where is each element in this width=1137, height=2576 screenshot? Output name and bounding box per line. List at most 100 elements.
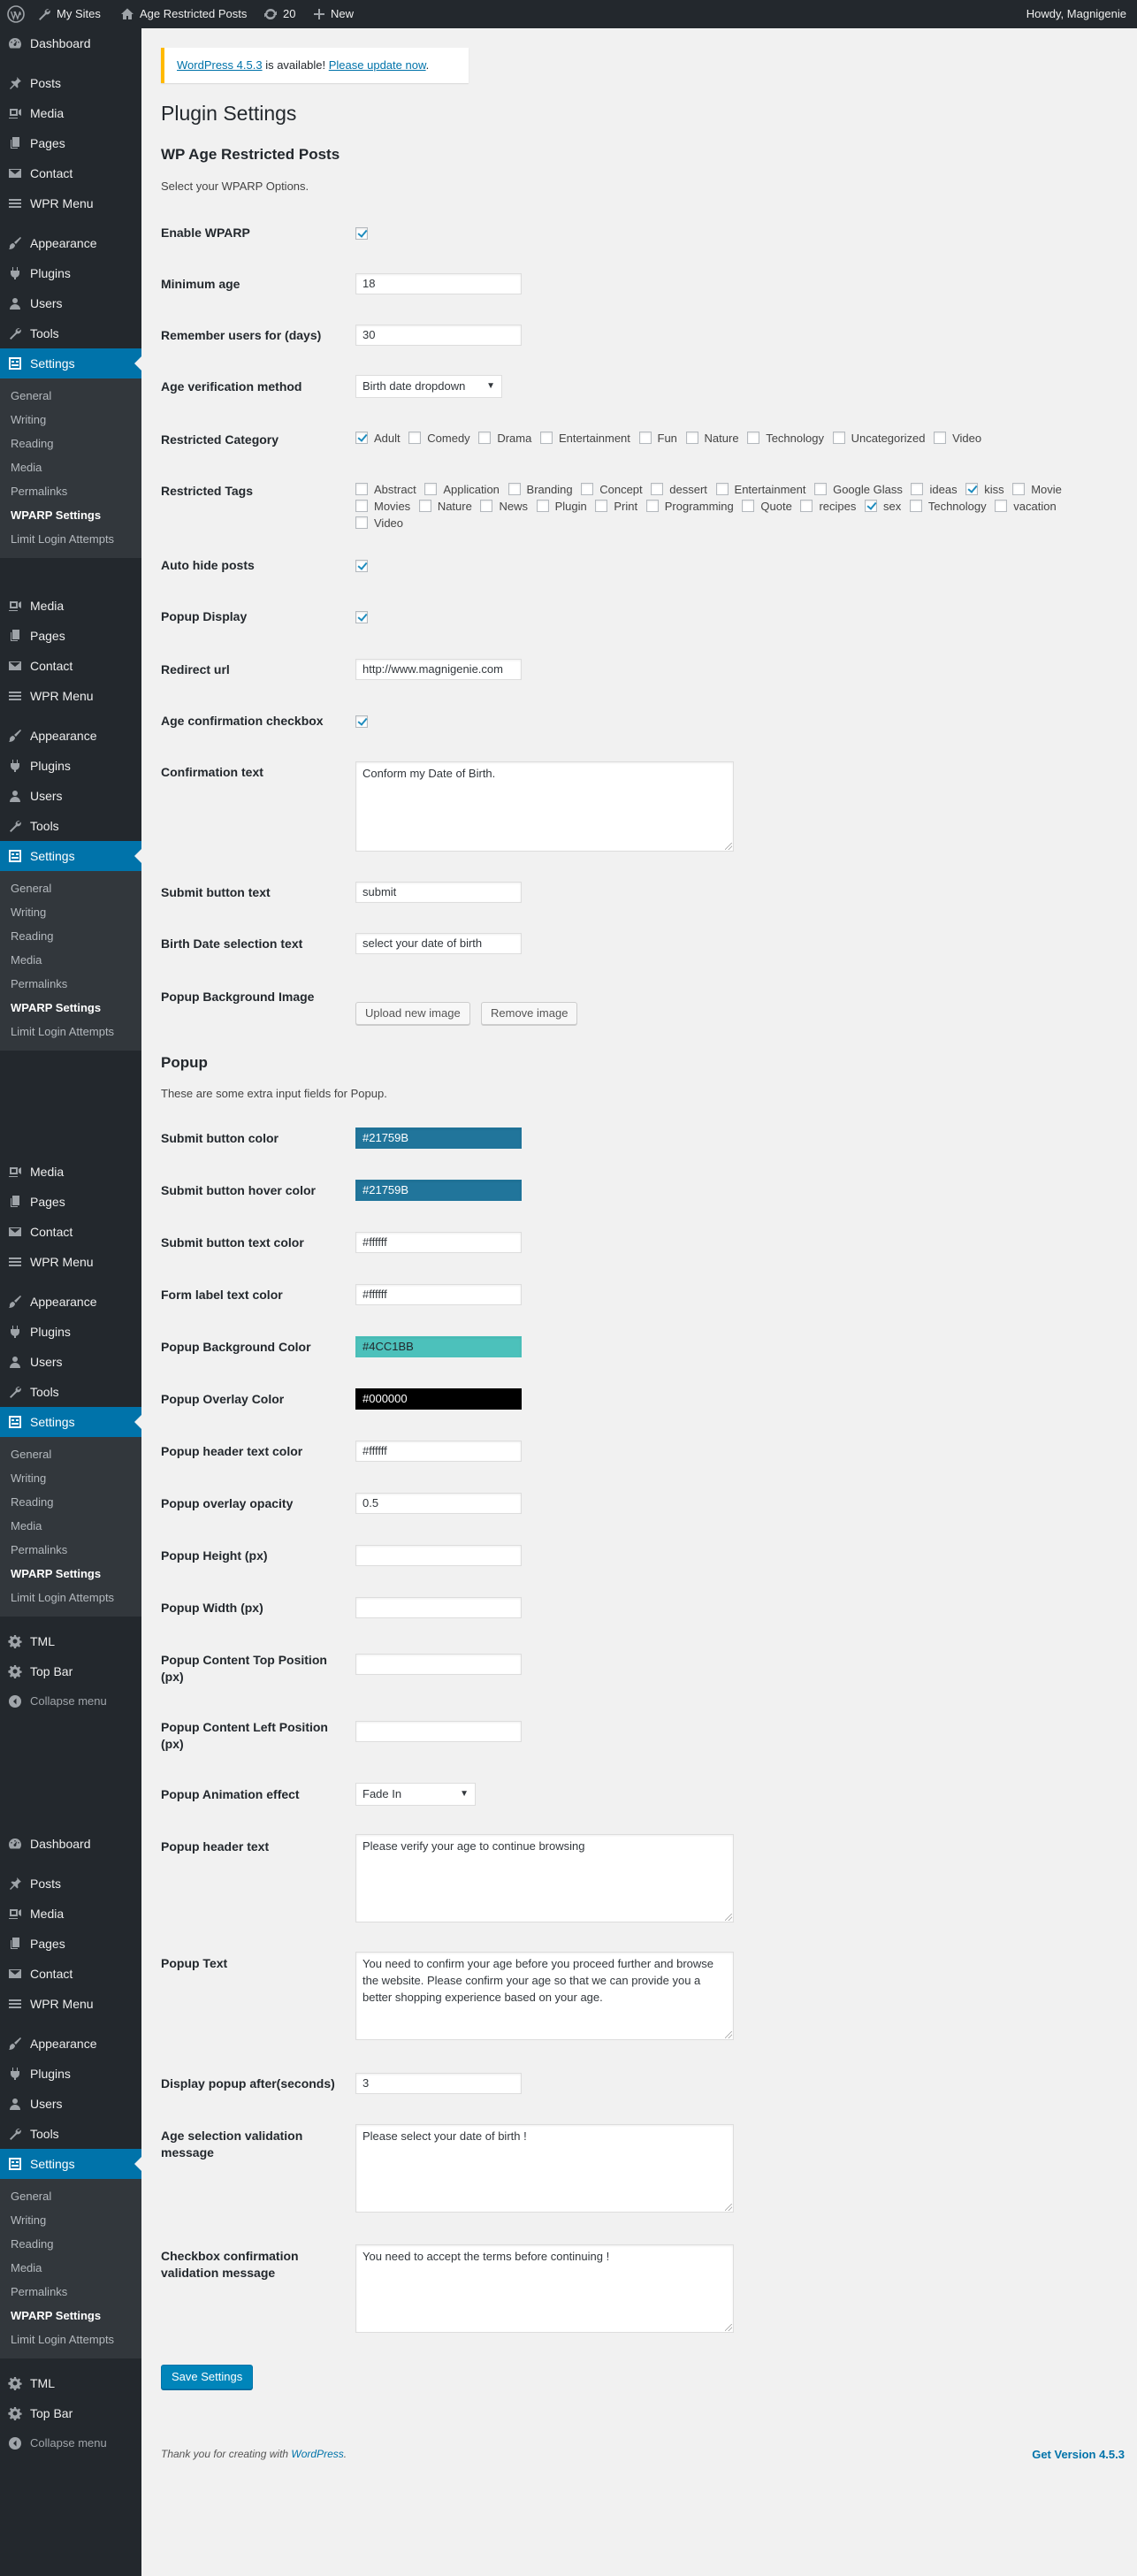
menu-item-settings[interactable]: Settings (0, 2149, 141, 2179)
tag-checkbox[interactable] (911, 483, 924, 495)
category-option[interactable]: Uncategorized (832, 432, 925, 445)
submenu-item[interactable]: Writing (0, 2208, 141, 2232)
submit-text-color-input[interactable]: #ffffff (355, 1232, 522, 1253)
resize-handle[interactable] (725, 2204, 732, 2211)
tag-option[interactable]: Video (355, 516, 403, 530)
tag-checkbox[interactable] (536, 500, 549, 512)
age-validation-textarea[interactable]: Please select your date of birth ! (355, 2124, 734, 2213)
category-checkbox[interactable] (685, 432, 698, 444)
tag-checkbox[interactable] (800, 500, 813, 512)
content-top-input[interactable] (355, 1654, 522, 1675)
tag-option[interactable]: Nature (418, 500, 472, 513)
tag-option[interactable]: Concept (581, 483, 643, 496)
tag-option[interactable]: vacation (995, 500, 1057, 513)
account-menu[interactable]: Howdy, Magnigenie (1026, 0, 1126, 28)
submenu-item[interactable]: General (0, 1442, 141, 1466)
menu-item-tools[interactable]: Tools (0, 1377, 141, 1407)
popup-bg-color-color-input[interactable]: #4CC1BB (355, 1336, 522, 1357)
submit-text-input[interactable]: submit (355, 882, 522, 903)
tag-option[interactable]: Programming (645, 500, 734, 513)
redirect-url-input[interactable]: http://www.magnigenie.com (355, 659, 522, 680)
submenu-item[interactable]: WPARP Settings (0, 503, 141, 527)
category-option[interactable]: Fun (638, 432, 677, 445)
menu-item-dashboard[interactable]: Dashboard (0, 28, 141, 58)
submit-hover-color-input[interactable]: #21759B (355, 1180, 522, 1201)
tag-option[interactable]: Application (424, 483, 500, 496)
form-label-color-input[interactable]: #ffffff (355, 1284, 522, 1305)
tag-checkbox[interactable] (581, 483, 594, 495)
menu-item-tools[interactable]: Tools (0, 318, 141, 348)
submenu-item[interactable]: Writing (0, 900, 141, 924)
menu-item-users[interactable]: Users (0, 2089, 141, 2119)
menu-item-contact[interactable]: Contact (0, 1217, 141, 1247)
tag-checkbox[interactable] (355, 516, 368, 529)
age-confirm-checkbox-checkbox[interactable] (355, 715, 368, 728)
submenu-item[interactable]: Permalinks (0, 972, 141, 996)
tag-checkbox[interactable] (645, 500, 659, 512)
tag-checkbox[interactable] (418, 500, 431, 512)
submenu-item[interactable]: Permalinks (0, 2280, 141, 2304)
confirmation-text-textarea[interactable]: Conform my Date of Birth. (355, 761, 734, 852)
tag-checkbox[interactable] (715, 483, 729, 495)
category-checkbox[interactable] (408, 432, 422, 444)
tag-option[interactable]: Movie (1012, 483, 1062, 496)
menu-item-contact[interactable]: Contact (0, 1959, 141, 1989)
tag-option[interactable]: Movies (355, 500, 410, 513)
tag-option[interactable]: Entertainment (715, 483, 805, 496)
footer-wordpress-link[interactable]: WordPress (291, 2448, 343, 2460)
submenu-item[interactable]: Permalinks (0, 1538, 141, 1562)
content-left-input[interactable] (355, 1721, 522, 1742)
tag-checkbox[interactable] (355, 500, 368, 512)
menu-item-media[interactable]: Media (0, 98, 141, 128)
upload-image-button[interactable]: Upload new image (355, 1002, 470, 1025)
enable-checkbox[interactable] (355, 227, 368, 240)
submenu-item[interactable]: WPARP Settings (0, 996, 141, 1020)
tag-option[interactable]: Branding (507, 483, 573, 496)
min-age-input[interactable]: 18 (355, 273, 522, 294)
popup-width-input[interactable] (355, 1597, 522, 1618)
category-checkbox[interactable] (539, 432, 553, 444)
menu-item-users[interactable]: Users (0, 781, 141, 811)
submenu-item[interactable]: Permalinks (0, 479, 141, 503)
menu-item-contact[interactable]: Contact (0, 651, 141, 681)
menu-item-wpr-menu[interactable]: WPR Menu (0, 681, 141, 711)
tag-option[interactable]: News (480, 500, 528, 513)
tag-checkbox[interactable] (507, 483, 521, 495)
tag-checkbox[interactable] (742, 500, 755, 512)
submenu-item[interactable]: Media (0, 948, 141, 972)
menu-item-settings[interactable]: Settings (0, 348, 141, 378)
resize-handle[interactable] (725, 2031, 732, 2038)
menu-item-tml[interactable]: TML (0, 1626, 141, 1656)
submenu-item[interactable]: Writing (0, 1466, 141, 1490)
submenu-item[interactable]: Reading (0, 924, 141, 948)
collapse-menu-button[interactable]: Collapse menu (0, 1686, 141, 1716)
menu-item-tml[interactable]: TML (0, 2368, 141, 2398)
display-after-input[interactable]: 3 (355, 2073, 522, 2094)
resize-handle[interactable] (725, 843, 732, 850)
submenu-item[interactable]: Media (0, 2256, 141, 2280)
tag-checkbox[interactable] (864, 500, 877, 512)
popup-height-input[interactable] (355, 1545, 522, 1566)
header-text-textarea[interactable]: Please verify your age to continue brows… (355, 1834, 734, 1922)
updates-menu[interactable]: 20 (263, 0, 295, 28)
category-checkbox[interactable] (747, 432, 760, 444)
tag-checkbox[interactable] (355, 483, 368, 495)
menu-item-tools[interactable]: Tools (0, 811, 141, 841)
submit-color-color-input[interactable]: #21759B (355, 1127, 522, 1149)
menu-item-dashboard[interactable]: Dashboard (0, 1829, 141, 1859)
tag-option[interactable]: Technology (909, 500, 987, 513)
submenu-item[interactable]: Limit Login Attempts (0, 1020, 141, 1043)
wordpress-logo-icon[interactable] (7, 0, 25, 28)
submenu-item[interactable]: Reading (0, 2232, 141, 2256)
submenu-item[interactable]: Limit Login Attempts (0, 2328, 141, 2351)
category-option[interactable]: Video (934, 432, 981, 445)
update-now-link[interactable]: Please update now (329, 58, 426, 72)
collapse-menu-button[interactable]: Collapse menu (0, 2428, 141, 2458)
menu-item-plugins[interactable]: Plugins (0, 751, 141, 781)
menu-item-top-bar[interactable]: Top Bar (0, 2398, 141, 2428)
menu-item-media[interactable]: Media (0, 1157, 141, 1187)
submenu-item[interactable]: Media (0, 1514, 141, 1538)
menu-item-pages[interactable]: Pages (0, 1187, 141, 1217)
category-checkbox[interactable] (355, 432, 368, 444)
category-option[interactable]: Technology (747, 432, 824, 445)
